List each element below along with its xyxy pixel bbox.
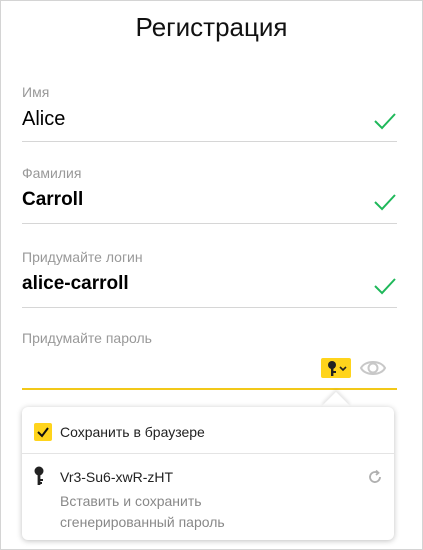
last-name-label: Фамилия	[22, 165, 82, 181]
page-title: Регистрация	[135, 12, 288, 42]
first-name-label: Имя	[22, 84, 50, 100]
key-icon	[328, 361, 347, 376]
first-name-underline	[22, 141, 397, 142]
login-underline	[22, 307, 397, 308]
refresh-icon[interactable]	[367, 469, 383, 485]
password-suggestion-popup: Сохранить в браузере Vr3-Su6-xwR-zHT Вст…	[22, 407, 394, 540]
login-input[interactable]: alice-carroll	[22, 273, 129, 295]
save-in-browser-checkbox[interactable]	[34, 423, 52, 441]
generated-password: Vr3-Su6-xwR-zHT	[60, 469, 174, 485]
key-icon	[34, 466, 44, 485]
check-icon	[374, 113, 396, 130]
password-field[interactable]: Придумайте пароль	[22, 330, 397, 392]
first-name-field[interactable]: Имя Alice	[22, 84, 397, 144]
password-label: Придумайте пароль	[22, 330, 152, 346]
password-underline	[22, 388, 397, 390]
login-label: Придумайте логин	[22, 249, 143, 265]
save-in-browser-label: Сохранить в браузере	[60, 424, 205, 440]
checkmark-icon	[37, 427, 49, 438]
save-in-browser-option[interactable]: Сохранить в браузере	[22, 407, 394, 453]
last-name-input[interactable]: Carroll	[22, 189, 83, 211]
check-icon	[374, 278, 396, 295]
eye-icon[interactable]	[359, 357, 387, 379]
login-field[interactable]: Придумайте логин alice-carroll	[22, 249, 397, 309]
last-name-field[interactable]: Фамилия Carroll	[22, 165, 397, 225]
generated-password-option[interactable]: Vr3-Su6-xwR-zHT Вставить и сохранить сге…	[22, 454, 394, 540]
check-icon	[374, 194, 396, 211]
first-name-input[interactable]: Alice	[22, 108, 65, 131]
last-name-underline	[22, 223, 397, 224]
password-generator-button[interactable]	[321, 358, 351, 378]
generated-password-hint: Вставить и сохранить сгенерированный пар…	[60, 493, 225, 530]
